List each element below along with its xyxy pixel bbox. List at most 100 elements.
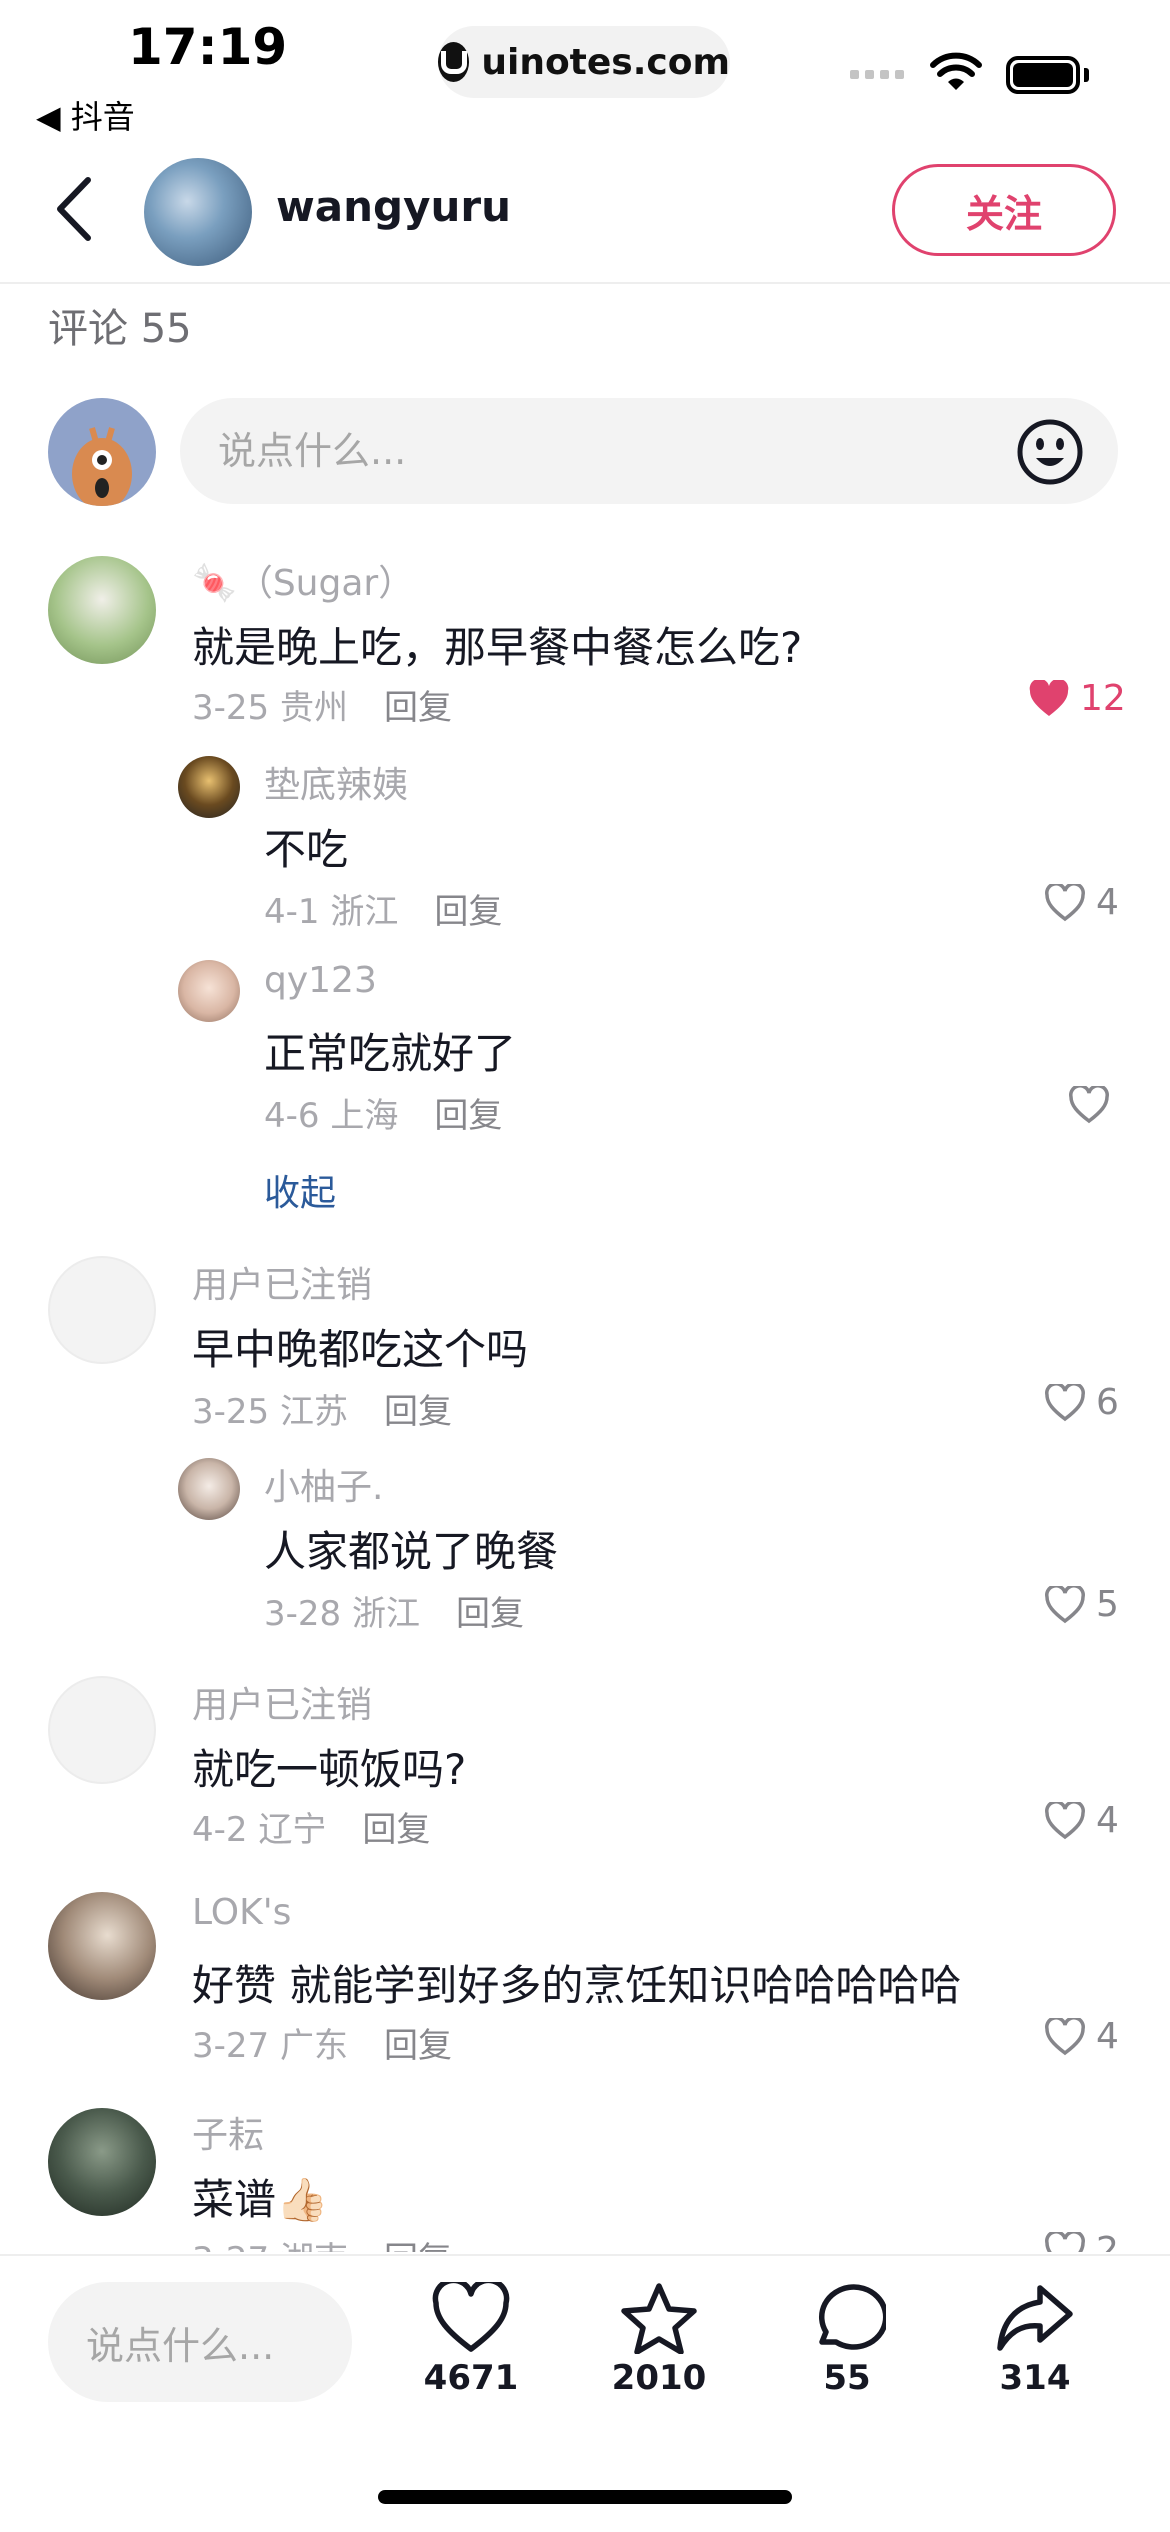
home-indicator[interactable] <box>378 2490 792 2504</box>
reply-button[interactable]: 回复 <box>434 1088 502 1137</box>
reply-text: 人家都说了晚餐 <box>264 1527 559 1576</box>
like-button[interactable]: 5 <box>1044 1584 1119 1625</box>
comment-date: 3-25 <box>192 688 270 728</box>
comment-clipped-container: 子耘 菜谱👍🏻 3-27 湖南 回复 2 <box>0 2100 1170 2252</box>
comment-text: 好赞 就能学到好多的烹饪知识哈哈哈哈哈 <box>192 1961 962 2010</box>
like-video-count: 4671 <box>423 2358 519 2398</box>
star-outline-icon <box>621 2283 697 2354</box>
like-count: 5 <box>1096 1584 1119 1625</box>
share-arrow-icon <box>997 2285 1073 2351</box>
like-button[interactable]: 12 <box>1028 678 1126 719</box>
comments-count: 评论 55 <box>48 306 192 352</box>
reply-button[interactable]: 回复 <box>456 1586 524 1635</box>
reply-button[interactable]: 回复 <box>384 680 452 729</box>
comment-meta: 3-27 广东 回复 <box>192 2018 452 2067</box>
reply-date: 4-1 <box>264 892 320 932</box>
like-button[interactable]: 2 <box>1044 2230 1119 2252</box>
reply-author[interactable]: 垫底辣姨 <box>264 756 408 808</box>
reply-author[interactable]: 小柚子. <box>264 1458 383 1510</box>
like-video-button[interactable]: 4671 <box>396 2282 546 2398</box>
emoji-icon[interactable] <box>1016 418 1084 486</box>
comment-input[interactable] <box>180 398 1118 504</box>
reply-location: 浙江 <box>330 892 399 932</box>
wifi-icon <box>930 52 982 90</box>
like-count: 4 <box>1096 2016 1119 2057</box>
like-button[interactable]: 4 <box>1044 1800 1119 1841</box>
heart-outline-icon <box>1045 1801 1085 1839</box>
heart-outline-icon <box>1045 1383 1085 1421</box>
reply-button[interactable]: 回复 <box>384 1384 452 1433</box>
back-arrow-icon[interactable] <box>52 174 96 244</box>
heart-outline-icon <box>1045 1585 1085 1623</box>
heart-outline-icon <box>432 2282 510 2352</box>
comment-text: 菜谱👍🏻 <box>192 2175 329 2224</box>
comment-text: 早中晚都吃这个吗 <box>192 1325 529 1374</box>
favorite-button[interactable]: 2010 <box>584 2282 734 2398</box>
comment-avatar[interactable] <box>48 1676 156 1784</box>
my-avatar <box>48 398 156 506</box>
comment-author[interactable]: 用户已注销 <box>192 1676 372 1728</box>
reply-date: 4-6 <box>264 1096 320 1136</box>
comment-author[interactable]: LOK's <box>192 1892 291 1933</box>
comment-avatar[interactable] <box>48 1256 156 1364</box>
reply-button[interactable]: 回复 <box>362 1802 430 1851</box>
comment-meta: 3-27 湖南 回复 <box>192 2232 452 2252</box>
favorite-count: 2010 <box>611 2358 707 2398</box>
author-avatar[interactable] <box>144 158 252 266</box>
comment-avatar[interactable] <box>48 1892 156 2000</box>
bottom-comment-input[interactable]: 说点什么... <box>48 2282 352 2402</box>
reply-meta: 4-1 浙江 回复 <box>264 884 502 933</box>
cellular-signal-icon <box>850 70 904 79</box>
battery-tip <box>1084 68 1089 82</box>
like-button[interactable]: 6 <box>1044 1382 1119 1423</box>
like-count: 4 <box>1096 1800 1119 1841</box>
comment-location: 广东 <box>279 2026 348 2066</box>
follow-button[interactable]: 关注 <box>892 164 1116 256</box>
comment-location: 江苏 <box>279 1392 348 1432</box>
share-count: 314 <box>999 2358 1071 2398</box>
comment-date: 3-25 <box>192 1392 270 1432</box>
like-count: 12 <box>1080 678 1126 719</box>
reply-meta: 4-6 上海 回复 <box>264 1088 502 1137</box>
like-button[interactable] <box>1068 1086 1120 1124</box>
reply-button[interactable]: 回复 <box>384 2018 452 2067</box>
reply-date: 3-28 <box>264 1594 342 1634</box>
heart-filled-icon <box>1029 679 1069 716</box>
like-count: 4 <box>1096 882 1119 923</box>
reply-author[interactable]: qy123 <box>264 960 377 1001</box>
reply-button[interactable]: 回复 <box>434 884 502 933</box>
comment-text: 就是晚上吃，那早餐中餐怎么吃? <box>192 623 803 672</box>
comment-date: 3-27 <box>192 2026 270 2066</box>
comment-button[interactable]: 55 <box>772 2282 922 2398</box>
site-logo-icon <box>438 42 470 82</box>
like-button[interactable]: 4 <box>1044 2016 1119 2057</box>
reply-button[interactable]: 回复 <box>384 2232 452 2252</box>
reply-avatar[interactable] <box>178 1458 240 1520</box>
author-username[interactable]: wangyuru <box>276 182 511 231</box>
like-button[interactable]: 4 <box>1044 882 1119 923</box>
comment-author[interactable]: 用户已注销 <box>192 1256 372 1308</box>
like-count: 2 <box>1096 2230 1119 2252</box>
comment-text: 就吃一顿饭吗? <box>192 1745 467 1794</box>
header-divider <box>0 282 1170 284</box>
reply-avatar[interactable] <box>178 756 240 818</box>
reply-location: 上海 <box>330 1096 399 1136</box>
comment-author[interactable]: 🍬（Sugar） <box>192 554 414 606</box>
comment-avatar[interactable] <box>48 2108 156 2216</box>
comment-location: 湖南 <box>280 2240 348 2252</box>
share-button[interactable]: 314 <box>960 2282 1110 2398</box>
url-bar[interactable]: uinotes.com <box>438 26 730 98</box>
reply-meta: 3-28 浙江 回复 <box>264 1586 524 1635</box>
status-time: 17:19 <box>128 18 288 76</box>
collapse-replies-button[interactable]: 收起 <box>264 1164 336 1216</box>
back-to-app-link[interactable]: ◀ 抖音 <box>36 92 135 138</box>
comment-meta: 3-25 贵州 回复 <box>192 680 452 729</box>
comment-location: 辽宁 <box>258 1810 327 1850</box>
heart-outline-icon <box>1045 2231 1085 2252</box>
reply-text: 正常吃就好了 <box>264 1029 517 1078</box>
reply-avatar[interactable] <box>178 960 240 1022</box>
comment-count: 55 <box>823 2358 871 2398</box>
heart-outline-icon <box>1045 2017 1085 2055</box>
comment-avatar[interactable] <box>48 556 156 664</box>
comment-author[interactable]: 子耘 <box>192 2106 264 2158</box>
